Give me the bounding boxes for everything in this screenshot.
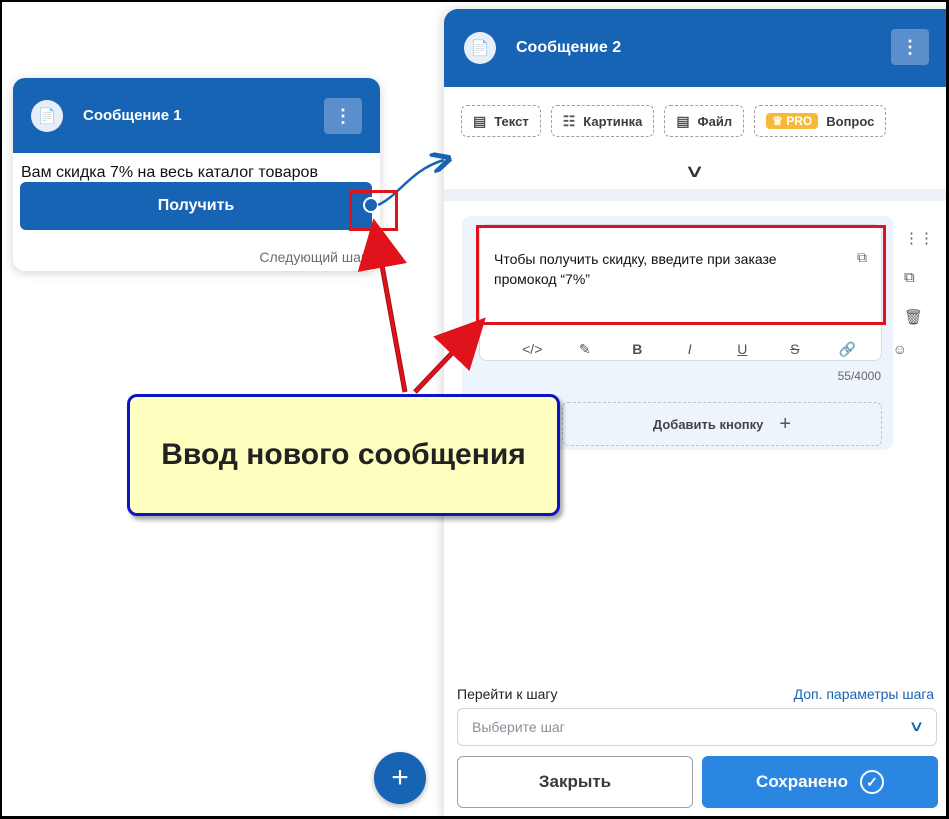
check-icon: ✓ <box>859 770 884 794</box>
panel-header: 📄 Сообщение 2 ⋮ <box>444 9 949 87</box>
message-card-1[interactable]: 📄 Сообщение 1 ⋮ Вам скидка 7% на весь ка… <box>13 78 380 271</box>
goto-step-label: Перейти к шагу <box>457 686 558 702</box>
block-actions: ⋮⋮ ⧉ 🗑 <box>904 229 934 326</box>
tool-label: Вопрос <box>826 113 875 129</box>
tool-question-button[interactable]: ♕ PRO Вопрос <box>754 105 887 137</box>
highlight-editor <box>476 225 886 325</box>
format-toolbar: </> ✎ B I U S 🔗 ☺ <box>506 341 926 358</box>
text-doc-icon: ▤ <box>473 112 487 129</box>
strikethrough-icon[interactable]: S <box>769 341 822 358</box>
step-params-link[interactable]: Доп. параметры шага <box>794 686 934 702</box>
step-select-placeholder: Выберите шаг <box>472 719 565 735</box>
step-select[interactable]: Выберите шаг ∨ <box>457 708 937 746</box>
add-button[interactable]: Добавить кнопку + <box>562 402 882 446</box>
card-menu-button[interactable]: ⋮ <box>324 98 362 134</box>
tool-image-button[interactable]: ☷ Картинка <box>550 105 655 137</box>
card-header: 📄 Сообщение 1 ⋮ <box>13 78 380 153</box>
tool-text-button[interactable]: ▤ Текст <box>461 105 541 137</box>
copy-icon[interactable]: ⧉ <box>904 269 934 286</box>
tool-file-button[interactable]: ▤ Файл <box>664 105 745 137</box>
char-counter: 55/4000 <box>837 369 881 383</box>
next-step-label: Следующий шаг <box>259 249 366 265</box>
trash-icon[interactable]: 🗑 <box>904 308 934 326</box>
close-button[interactable]: Закрыть <box>457 756 693 808</box>
bold-icon[interactable]: B <box>611 341 664 358</box>
plus-icon: + <box>779 412 792 435</box>
panel-menu-button[interactable]: ⋮ <box>891 29 929 65</box>
arrow-to-connector <box>357 218 408 393</box>
underline-icon[interactable]: U <box>716 341 769 358</box>
emoji-icon[interactable]: ☺ <box>874 341 927 358</box>
italic-icon[interactable]: I <box>664 341 717 358</box>
add-step-fab[interactable]: + <box>374 752 426 804</box>
card-title: Сообщение 1 <box>83 107 182 124</box>
add-button-label: Добавить кнопку <box>652 416 764 432</box>
callout-box: Ввод нового сообщения <box>127 394 560 516</box>
get-button[interactable]: Получить <box>20 182 372 230</box>
pro-badge: ♕ PRO <box>766 113 819 129</box>
tool-label: Картинка <box>583 113 643 129</box>
link-icon[interactable]: 🔗 <box>821 341 874 358</box>
tool-label: Файл <box>697 113 733 129</box>
panel-title: Сообщение 2 <box>516 39 622 56</box>
file-icon: ▤ <box>676 112 690 129</box>
callout-text: Ввод нового сообщения <box>161 438 526 471</box>
code-icon[interactable]: </> <box>506 341 559 358</box>
saved-label: Сохранено <box>756 772 848 791</box>
magic-pen-icon[interactable]: ✎ <box>559 341 612 358</box>
saved-button[interactable]: Сохранено ✓ <box>702 756 938 808</box>
section-divider <box>444 189 949 201</box>
image-icon: ☷ <box>562 112 576 129</box>
highlight-connector <box>349 190 398 231</box>
chevron-down-icon[interactable]: ∨ <box>684 161 705 182</box>
tool-label: Текст <box>494 113 529 129</box>
message-doc-icon: 📄 <box>31 99 63 132</box>
content-type-toolbar: ▤ Текст ☷ Картинка ▤ Файл ♕ PRO Вопрос <box>461 105 887 137</box>
card-message-text: Вам скидка 7% на весь каталог товаров <box>21 164 318 181</box>
drag-handle-icon[interactable]: ⋮⋮ <box>904 229 934 247</box>
chevron-down-icon: ∨ <box>908 718 925 735</box>
message-doc-icon: 📄 <box>464 32 496 64</box>
